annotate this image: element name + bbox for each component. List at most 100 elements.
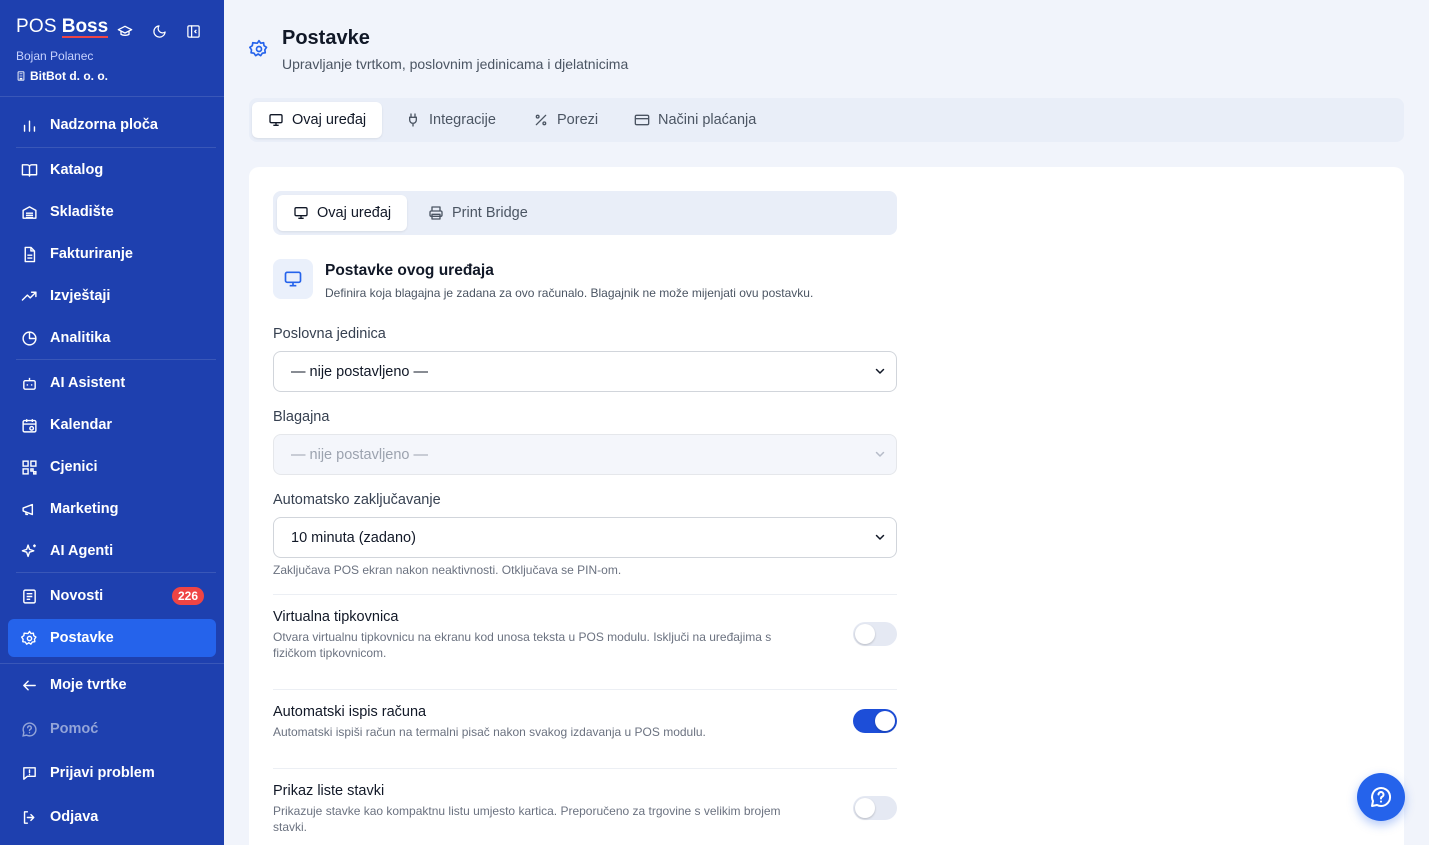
subtab-print-bridge[interactable]: Print Bridge: [412, 195, 544, 231]
sidebar-item-label: Katalog: [50, 162, 104, 178]
toggle-knob: [875, 711, 895, 731]
gear-icon: [20, 629, 38, 647]
business-unit-label: Poslovna jedinica: [273, 326, 386, 342]
monitor-icon: [269, 114, 283, 126]
logout-icon: [20, 808, 38, 826]
brand-pos: POS: [16, 16, 57, 37]
printer-icon: [429, 206, 443, 220]
sidebar-item-label: Skladište: [50, 204, 114, 220]
sidebar-item-label: Cjenici: [50, 459, 98, 475]
chevron-down-icon: [875, 451, 885, 457]
sidebar-item-label: Pomoć: [50, 721, 99, 737]
company-label: BitBot d. o. o.: [30, 69, 108, 83]
percent-icon: [535, 114, 547, 126]
sidebar-item-label: Kalendar: [50, 417, 113, 433]
help-chat-button[interactable]: [1357, 773, 1405, 821]
sidebar-item-label: Prijavi problem: [50, 765, 155, 781]
autolock-select[interactable]: 10 minuta (zadano): [273, 517, 897, 558]
sidebar: POS Boss Bojan Polanec BitBot d. o. o. N…: [0, 0, 224, 845]
sidebar-item-ai-agents[interactable]: AI Agenti: [8, 532, 216, 570]
list-view-title: Prikaz liste stavki: [273, 783, 385, 799]
tab-label: Porezi: [557, 112, 599, 128]
sidebar-item-logout[interactable]: Odjava: [8, 798, 216, 836]
divider: [16, 359, 216, 360]
bar-chart-icon: [20, 116, 38, 134]
monitor-icon: [284, 271, 302, 287]
tab-label: Načini plaćanja: [658, 112, 757, 128]
sidebar-item-label: Odjava: [50, 809, 99, 825]
plug-icon: [409, 113, 417, 127]
megaphone-icon: [20, 500, 38, 518]
auto-print-toggle[interactable]: [853, 709, 897, 733]
tab-label: Integracije: [429, 112, 496, 128]
tab-this-device[interactable]: Ovaj uređaj: [252, 102, 383, 138]
page-title: Postavke: [282, 27, 370, 49]
sidebar-item-report-problem[interactable]: Prijavi problem: [8, 754, 216, 792]
sparkles-icon: [20, 542, 38, 560]
select-value: — nije postavljeno —: [291, 363, 429, 380]
moon-icon[interactable]: [150, 22, 168, 40]
toggle-knob: [855, 624, 875, 644]
chat-help-icon: [1371, 787, 1392, 808]
page-subtitle: Upravljanje tvrtkom, poslovnim jedinicam…: [282, 56, 629, 72]
sidebar-item-dashboard[interactable]: Nadzorna ploča: [8, 106, 216, 144]
settings-gear-icon: [249, 39, 269, 64]
sidebar-item-settings[interactable]: Postavke: [8, 619, 216, 657]
divider: [0, 663, 224, 664]
sidebar-item-analytics[interactable]: Analitika: [8, 319, 216, 357]
list-view-toggle[interactable]: [853, 796, 897, 820]
subtab-label: Print Bridge: [452, 205, 528, 221]
business-unit-select[interactable]: — nije postavljeno —: [273, 351, 897, 392]
divider: [16, 147, 216, 148]
sidebar-item-my-companies[interactable]: Moje tvrtke: [8, 666, 216, 704]
calendar-icon: [20, 416, 38, 434]
graduation-cap-icon[interactable]: [116, 22, 134, 40]
sidebar-header-actions: [116, 22, 202, 40]
sidebar-item-label: Moje tvrtke: [50, 677, 127, 693]
tab-taxes[interactable]: Porezi: [517, 102, 614, 138]
pie-chart-icon: [20, 329, 38, 347]
divider: [0, 96, 224, 97]
section-description: Definira koja blagajna je zadana za ovo …: [325, 286, 814, 300]
building-icon: [17, 71, 25, 81]
settings-card: Ovaj uređaj Print Bridge Postavke ovog u…: [249, 167, 1404, 845]
list-view-description: Prikazuje stavke kao kompaktnu listu umj…: [273, 804, 781, 834]
chevron-down-icon: [875, 534, 885, 540]
news-icon: [20, 587, 38, 605]
sidebar-item-label: AI Agenti: [50, 543, 114, 559]
sidebar-item-reports[interactable]: Izvještaji: [8, 277, 216, 315]
sidebar-item-calendar[interactable]: Kalendar: [8, 406, 216, 444]
subtab-this-device[interactable]: Ovaj uređaj: [277, 195, 408, 231]
chevron-down-icon: [875, 368, 885, 374]
sidebar-item-warehouse[interactable]: Skladište: [8, 193, 216, 231]
tab-integrations[interactable]: Integracije: [389, 102, 512, 138]
sidebar-item-marketing[interactable]: Marketing: [8, 490, 216, 528]
sidebar-item-invoicing[interactable]: Fakturiranje: [8, 235, 216, 273]
monitor-icon: [294, 207, 308, 219]
virtual-keyboard-toggle[interactable]: [853, 622, 897, 646]
sidebar-item-catalog[interactable]: Katalog: [8, 151, 216, 189]
sidebar-item-label: Marketing: [50, 501, 119, 517]
sidebar-item-news[interactable]: Novosti 226: [8, 577, 216, 615]
sidebar-item-help[interactable]: Pomoć: [8, 710, 216, 748]
news-count-badge: 226: [171, 587, 204, 605]
collapse-sidebar-icon[interactable]: [184, 22, 202, 40]
autolock-hint: Zaključava POS ekran nakon neaktivnosti.…: [273, 563, 622, 577]
toggle-knob: [855, 798, 875, 818]
tab-payment-methods[interactable]: Načini plaćanja: [618, 102, 772, 138]
user-name: Bojan Polanec: [16, 49, 94, 63]
company-name[interactable]: BitBot d. o. o.: [16, 69, 108, 83]
register-select: — nije postavljeno —: [273, 434, 897, 475]
sidebar-item-ai-assistant[interactable]: AI Asistent: [8, 364, 216, 402]
sidebar-item-pricelists[interactable]: Cjenici: [8, 448, 216, 486]
report-icon: [20, 764, 38, 782]
brand-logo[interactable]: POS Boss: [16, 16, 109, 40]
virtual-keyboard-description: Otvara virtualnu tipkovnicu na ekranu ko…: [273, 630, 772, 660]
divider: [273, 689, 897, 690]
warehouse-icon: [20, 203, 38, 221]
auto-print-title: Automatski ispis računa: [273, 704, 427, 720]
sidebar-item-label: Postavke: [50, 630, 114, 646]
sidebar-item-label: Nadzorna ploča: [50, 117, 158, 133]
bot-icon: [20, 374, 38, 392]
sidebar-item-label: Izvještaji: [50, 288, 111, 304]
